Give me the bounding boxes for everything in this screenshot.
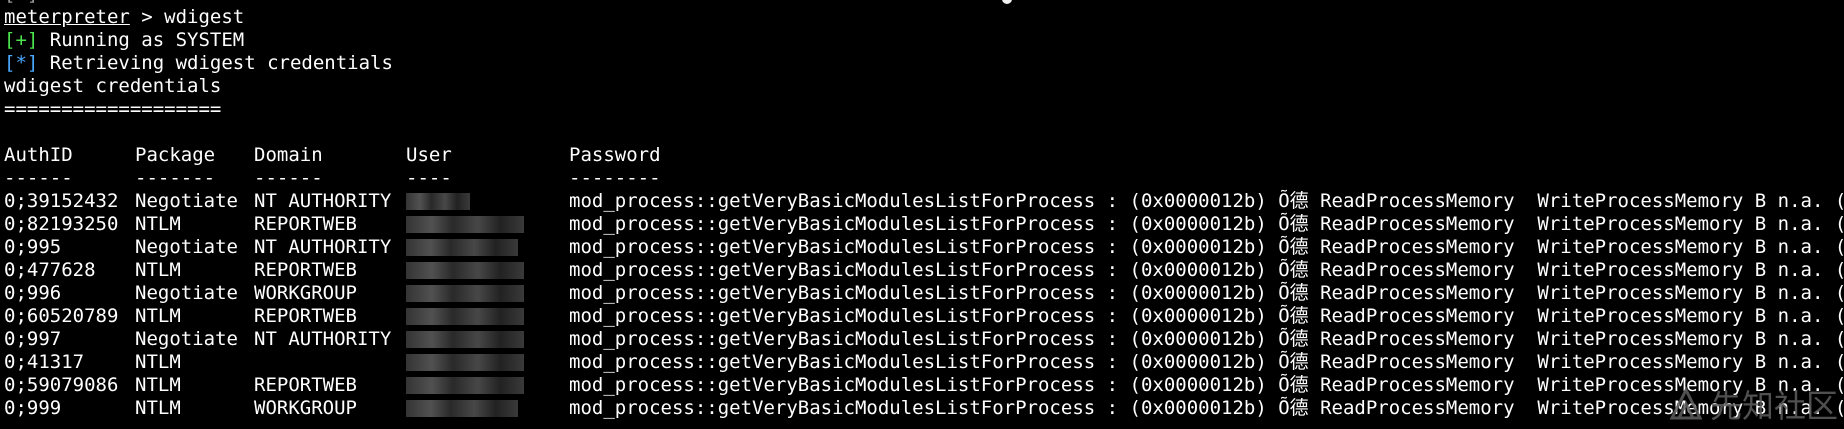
cell-password: mod_process::getVeryBasicModulesListForP…: [569, 328, 1844, 350]
success-tag: [+]: [4, 29, 39, 51]
cell-package: NTLM: [135, 397, 181, 419]
cell-package: Negotiate: [135, 282, 238, 304]
cell-authid: 0;60520789: [4, 305, 119, 327]
table-row: 0;39152432 Negotiate NT AUTHORITY mod_proce…: [4, 190, 1844, 213]
column-header-user: User: [406, 144, 452, 166]
column-separator: --------: [569, 167, 661, 189]
redacted-user-cell: [406, 377, 524, 394]
cell-authid: 0;996: [4, 282, 62, 304]
status-message-text: Retrieving wdigest credentials: [38, 52, 393, 74]
table-row: 0;999 NTLM WORKGROUP mod_process::getVeryBa…: [4, 397, 1844, 420]
cell-password: mod_process::getVeryBasicModulesListForP…: [569, 282, 1844, 304]
table-row: 0;59079086 NTLM REPORTWEB mod_process::getV…: [4, 374, 1844, 397]
redacted-user-cell: [406, 239, 518, 256]
cell-package: NTLM: [135, 213, 181, 235]
status-message: [*] Retrieving wdigest credentials: [4, 52, 1844, 75]
table-row: 0;60520789 NTLM REPORTWEB mod_process::getV…: [4, 305, 1844, 328]
table-row: 0;996 Negotiate WORKGROUP mod_process::getV…: [4, 282, 1844, 305]
cell-package: NTLM: [135, 259, 181, 281]
cell-password: mod_process::getVeryBasicModulesListForP…: [569, 236, 1844, 258]
cell-domain: NT AUTHORITY: [254, 328, 392, 350]
cell-authid: 0;59079086: [4, 374, 119, 396]
cell-package: Negotiate: [135, 190, 238, 212]
column-separator: ----: [406, 167, 452, 189]
table-separator-row: ------ ------- ------ ---- --------: [4, 167, 1844, 190]
watermark-text: 先知社区: [1709, 387, 1838, 425]
cell-password: mod_process::getVeryBasicModulesListForP…: [569, 259, 1844, 281]
table-row: 0;997 Negotiate NT AUTHORITY mod_process::g…: [4, 328, 1844, 351]
cell-authid: 0;39152432: [4, 190, 119, 212]
cell-authid: 0;477628: [4, 259, 96, 281]
cell-package: NTLM: [135, 305, 181, 327]
cell-authid: 0;999: [4, 397, 62, 419]
cell-authid: 0;997: [4, 328, 62, 350]
xianzhi-logo-icon: [1669, 386, 1703, 420]
section-rule: ===================: [4, 98, 222, 120]
terminal-output: [+] ................................... …: [4, 0, 1844, 429]
redacted-user-cell: [406, 331, 524, 348]
cut-off-text: [+] ...................................: [4, 0, 450, 5]
cell-package: NTLM: [135, 374, 181, 396]
prompt-command: wdigest: [164, 6, 245, 28]
terminal-window: { "terminal": { "cut_top_text": "[+] ...…: [0, 0, 1844, 429]
column-header-password: Password: [569, 144, 661, 166]
prompt-name: meterpreter: [4, 6, 130, 28]
cell-package: NTLM: [135, 351, 181, 373]
redacted-user-cell: [406, 193, 470, 210]
prompt-line: meterpreter > wdigest: [4, 6, 1844, 29]
prompt-separator: >: [129, 6, 165, 28]
redacted-user-cell: [406, 308, 524, 325]
cell-domain: NT AUTHORITY: [254, 236, 392, 258]
cell-authid: 0;82193250: [4, 213, 119, 235]
column-header-authid: AuthID: [4, 144, 73, 166]
cell-domain: REPORTWEB: [254, 259, 357, 281]
cell-domain: NT AUTHORITY: [254, 190, 392, 212]
cell-authid: 0;995: [4, 236, 62, 258]
cell-password: mod_process::getVeryBasicModulesListForP…: [569, 374, 1844, 396]
column-separator: ------: [4, 167, 73, 189]
redacted-user-cell: [406, 354, 524, 371]
status-message-text: Running as SYSTEM: [38, 29, 245, 51]
redacted-user-cell: [406, 216, 524, 233]
watermark: 先知社区: [1668, 381, 1838, 427]
cell-password: mod_process::getVeryBasicModulesListForP…: [569, 397, 1844, 419]
cell-package: Negotiate: [135, 328, 238, 350]
cell-domain: REPORTWEB: [254, 374, 357, 396]
table-body: 0;39152432 Negotiate NT AUTHORITY mod_proce…: [4, 190, 1844, 420]
cell-password: mod_process::getVeryBasicModulesListForP…: [569, 213, 1844, 235]
info-tag: [*]: [4, 52, 39, 74]
cell-domain: WORKGROUP: [254, 282, 357, 304]
column-separator: ------: [254, 167, 323, 189]
cell-password: mod_process::getVeryBasicModulesListForP…: [569, 190, 1844, 212]
cell-password: mod_process::getVeryBasicModulesListForP…: [569, 351, 1844, 373]
column-header-domain: Domain: [254, 144, 323, 166]
redacted-user-cell: [406, 400, 518, 417]
redacted-user-cell: [406, 285, 524, 302]
column-separator: -------: [135, 167, 216, 189]
table-row: 0;477628 NTLM REPORTWEB mod_process::getVer…: [4, 259, 1844, 282]
table-row: 0;995 Negotiate NT AUTHORITY mod_process::g…: [4, 236, 1844, 259]
cell-password: mod_process::getVeryBasicModulesListForP…: [569, 305, 1844, 327]
cell-authid: 0;41317: [4, 351, 85, 373]
cell-package: Negotiate: [135, 236, 238, 258]
redacted-user-cell: [406, 262, 524, 279]
column-header-package: Package: [135, 144, 216, 166]
section-title: wdigest credentials: [4, 75, 222, 97]
status-message: [+] Running as SYSTEM: [4, 29, 1844, 52]
cell-domain: REPORTWEB: [254, 305, 357, 327]
cell-domain: REPORTWEB: [254, 213, 357, 235]
table-row: 0;82193250 NTLM REPORTWEB mod_process::getV…: [4, 213, 1844, 236]
table-header-row: AuthID Package Domain User Password: [4, 144, 1844, 167]
table-row: 0;41317 NTLM mod_process::getVeryBasicModu…: [4, 351, 1844, 374]
cell-domain: WORKGROUP: [254, 397, 357, 419]
scroll-handle[interactable]: [1002, 0, 1012, 4]
